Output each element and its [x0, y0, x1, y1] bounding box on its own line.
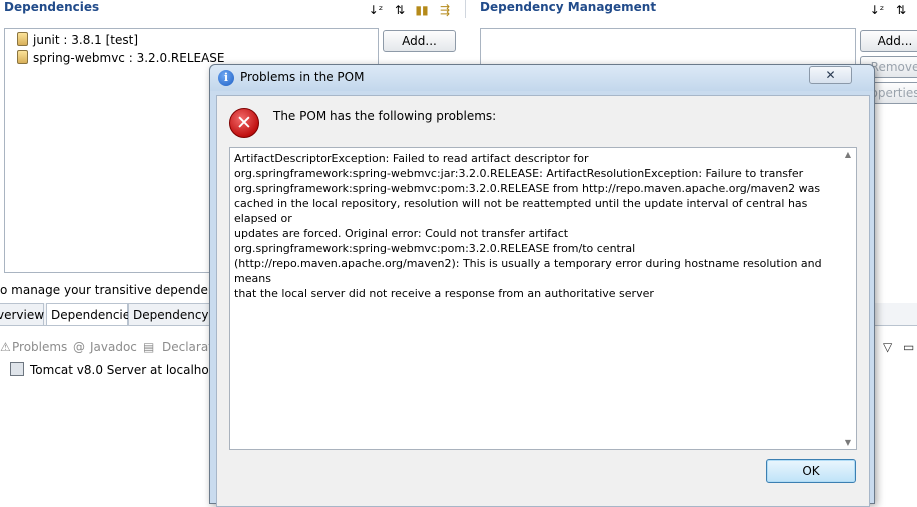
tab-javadoc[interactable]: Javadoc	[90, 340, 137, 354]
tab-dependencies[interactable]: Dependencies	[46, 303, 136, 325]
server-label: Tomcat v8.0 Server at localhost [S	[30, 363, 236, 377]
dialog-title: Problems in the POM	[240, 70, 365, 84]
server-icon	[10, 362, 24, 376]
dialog-titlebar[interactable]: i Problems in the POM ✕	[210, 65, 874, 91]
sort-az-icon[interactable]: ↓ᶻ	[368, 2, 384, 18]
minimize-icon[interactable]: ▭	[903, 340, 914, 354]
sort-az-icon[interactable]: ↓ᶻ	[869, 2, 885, 18]
dependency-label: junit : 3.8.1 [test]	[33, 33, 139, 47]
add-dependency-button[interactable]: Add...	[383, 30, 456, 52]
error-details-textarea[interactable]: ArtifactDescriptorException: Failed to r…	[229, 147, 857, 450]
dependencies-title: Dependencies	[4, 0, 100, 14]
view-menu-icon[interactable]: ▽	[883, 340, 892, 354]
section-divider	[465, 0, 466, 18]
tab-problems[interactable]: Problems	[12, 340, 67, 354]
dialog-message: The POM has the following problems:	[273, 109, 497, 123]
filter-icon[interactable]: ⇅	[893, 2, 909, 18]
close-button[interactable]: ✕	[809, 66, 852, 84]
dependency-management-title: Dependency Management	[480, 0, 657, 14]
manage-icon[interactable]: ⇶	[437, 2, 453, 18]
tab-overview[interactable]: verview	[0, 303, 44, 325]
server-list-item[interactable]: Tomcat v8.0 Server at localhost [S	[10, 362, 236, 377]
add-managed-dependency-button[interactable]: Add...	[860, 30, 917, 52]
dialog-body: ✕ The POM has the following problems: Ar…	[216, 95, 870, 507]
filter-icon[interactable]: ⇅	[392, 2, 408, 18]
scroll-down-icon[interactable]: ▼	[843, 438, 853, 447]
jar-icon	[17, 32, 28, 46]
declaration-icon: ▤	[143, 340, 155, 354]
vertical-scrollbar[interactable]: ▲ ▼	[840, 148, 856, 449]
javadoc-icon: @	[73, 340, 85, 354]
problems-dialog: i Problems in the POM ✕ ✕ The POM has th…	[209, 64, 875, 507]
scroll-up-icon[interactable]: ▲	[843, 150, 853, 159]
info-icon: i	[218, 70, 234, 86]
ok-button[interactable]: OK	[766, 459, 856, 483]
list-item[interactable]: spring-webmvc : 3.2.0.RELEASE	[17, 49, 225, 67]
list-item[interactable]: junit : 3.8.1 [test]	[17, 31, 138, 49]
transitive-hint-text: o manage your transitive dependency e	[0, 283, 241, 297]
error-icon: ✕	[229, 108, 259, 138]
jar-icon	[17, 50, 28, 64]
problems-icon: ⚠	[0, 340, 11, 354]
error-details-text: ArtifactDescriptorException: Failed to r…	[234, 152, 822, 300]
show-groups-icon[interactable]: ▮▮	[414, 2, 430, 18]
dependency-label: spring-webmvc : 3.2.0.RELEASE	[33, 51, 225, 65]
